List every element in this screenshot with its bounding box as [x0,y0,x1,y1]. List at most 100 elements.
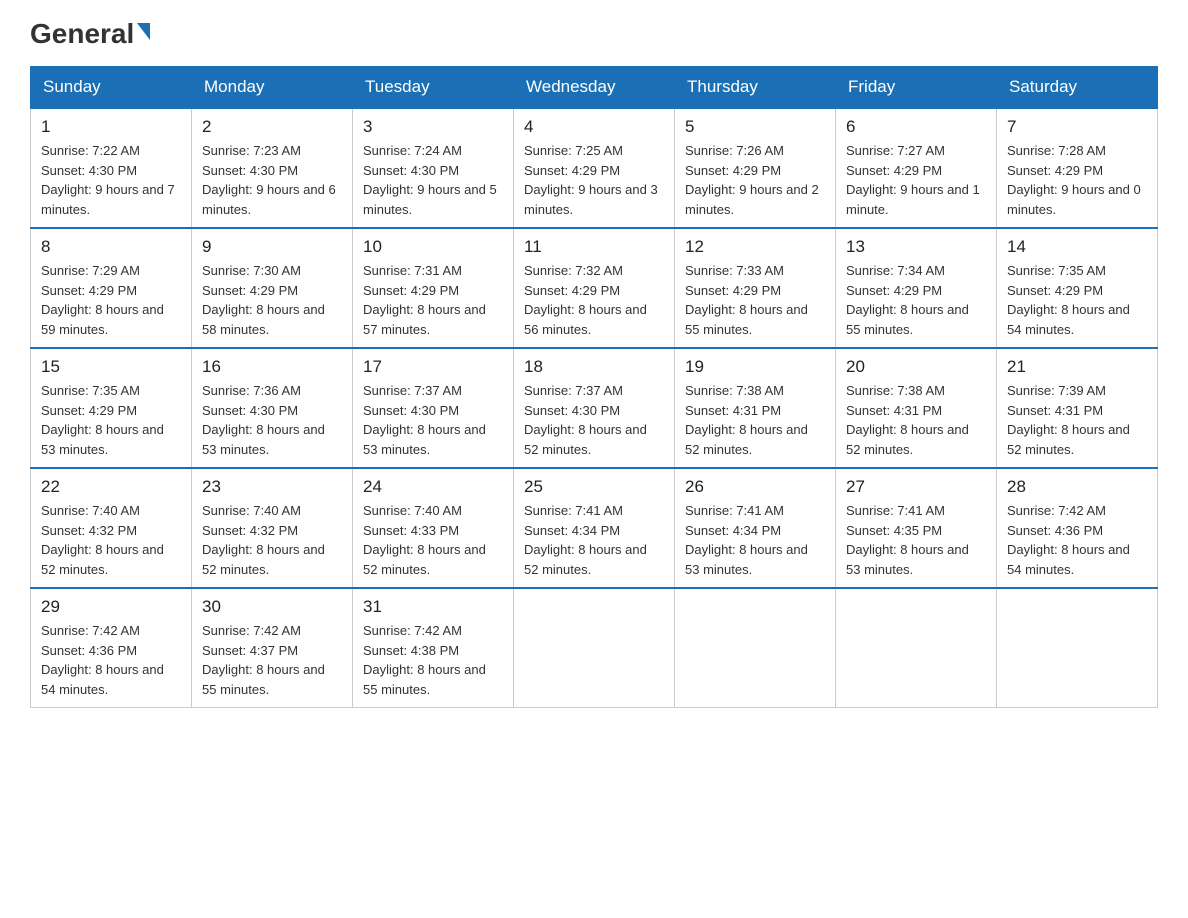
cell-info: Sunrise: 7:37 AMSunset: 4:30 PMDaylight:… [524,381,664,459]
calendar-cell: 24 Sunrise: 7:40 AMSunset: 4:33 PMDayligh… [353,468,514,588]
cell-info: Sunrise: 7:35 AMSunset: 4:29 PMDaylight:… [41,381,181,459]
calendar-cell: 7Sunrise: 7:28 AMSunset: 4:29 PMDaylight… [997,108,1158,228]
cell-info: Sunrise: 7:24 AMSunset: 4:30 PMDaylight:… [363,141,503,219]
calendar-cell: 19 Sunrise: 7:38 AMSunset: 4:31 PMDayligh… [675,348,836,468]
day-header-monday: Monday [192,67,353,109]
calendar-cell: 26 Sunrise: 7:41 AMSunset: 4:34 PMDayligh… [675,468,836,588]
calendar-cell: 5 Sunrise: 7:26 AMSunset: 4:29 PMDaylight… [675,108,836,228]
calendar-cell: 28 Sunrise: 7:42 AMSunset: 4:36 PMDayligh… [997,468,1158,588]
day-header-saturday: Saturday [997,67,1158,109]
cell-info: Sunrise: 7:42 AMSunset: 4:38 PMDaylight:… [363,621,503,699]
calendar-cell: 2Sunrise: 7:23 AMSunset: 4:30 PMDaylight… [192,108,353,228]
cell-info: Sunrise: 7:41 AMSunset: 4:34 PMDaylight:… [685,501,825,579]
cell-date: 19 [685,357,825,377]
calendar-cell [997,588,1158,708]
logo: General [30,20,150,46]
calendar-cell: 6 Sunrise: 7:27 AMSunset: 4:29 PMDaylight… [836,108,997,228]
calendar-cell: 15 Sunrise: 7:35 AMSunset: 4:29 PMDayligh… [31,348,192,468]
logo-text: General [30,20,150,48]
calendar-cell: 3 Sunrise: 7:24 AMSunset: 4:30 PMDaylight… [353,108,514,228]
cell-info: Sunrise: 7:37 AMSunset: 4:30 PMDaylight:… [363,381,503,459]
calendar-cell: 9 Sunrise: 7:30 AMSunset: 4:29 PMDaylight… [192,228,353,348]
cell-info: Sunrise: 7:32 AMSunset: 4:29 PMDaylight:… [524,261,664,339]
cell-date: 5 [685,117,825,137]
cell-info: Sunrise: 7:42 AMSunset: 4:36 PMDaylight:… [41,621,181,699]
cell-date: 1 [41,117,181,137]
cell-date: 6 [846,117,986,137]
cell-date: 26 [685,477,825,497]
calendar-cell: 16 Sunrise: 7:36 AMSunset: 4:30 PMDayligh… [192,348,353,468]
cell-date: 14 [1007,237,1147,257]
cell-date: 13 [846,237,986,257]
day-header-friday: Friday [836,67,997,109]
cell-date: 24 [363,477,503,497]
week-row-2: 8 Sunrise: 7:29 AMSunset: 4:29 PMDaylight… [31,228,1158,348]
cell-info: Sunrise: 7:26 AMSunset: 4:29 PMDaylight:… [685,141,825,219]
cell-date: 29 [41,597,181,617]
calendar-cell: 23Sunrise: 7:40 AMSunset: 4:32 PMDayligh… [192,468,353,588]
day-header-thursday: Thursday [675,67,836,109]
calendar-cell: 14Sunrise: 7:35 AMSunset: 4:29 PMDayligh… [997,228,1158,348]
cell-date: 18 [524,357,664,377]
day-header-sunday: Sunday [31,67,192,109]
calendar-cell: 17Sunrise: 7:37 AMSunset: 4:30 PMDayligh… [353,348,514,468]
cell-date: 23 [202,477,342,497]
week-row-5: 29 Sunrise: 7:42 AMSunset: 4:36 PMDayligh… [31,588,1158,708]
week-row-3: 15 Sunrise: 7:35 AMSunset: 4:29 PMDayligh… [31,348,1158,468]
cell-date: 9 [202,237,342,257]
cell-date: 8 [41,237,181,257]
cell-info: Sunrise: 7:40 AMSunset: 4:33 PMDaylight:… [363,501,503,579]
cell-info: Sunrise: 7:33 AMSunset: 4:29 PMDaylight:… [685,261,825,339]
cell-info: Sunrise: 7:31 AMSunset: 4:29 PMDaylight:… [363,261,503,339]
cell-date: 25 [524,477,664,497]
cell-info: Sunrise: 7:36 AMSunset: 4:30 PMDaylight:… [202,381,342,459]
calendar-cell [836,588,997,708]
week-row-4: 22 Sunrise: 7:40 AMSunset: 4:32 PMDayligh… [31,468,1158,588]
cell-date: 30 [202,597,342,617]
cell-info: Sunrise: 7:38 AMSunset: 4:31 PMDaylight:… [846,381,986,459]
cell-date: 10 [363,237,503,257]
calendar-cell: 10 Sunrise: 7:31 AMSunset: 4:29 PMDayligh… [353,228,514,348]
page-header: General [30,20,1158,46]
cell-info: Sunrise: 7:38 AMSunset: 4:31 PMDaylight:… [685,381,825,459]
calendar-cell: 31Sunrise: 7:42 AMSunset: 4:38 PMDayligh… [353,588,514,708]
calendar-cell: 18 Sunrise: 7:37 AMSunset: 4:30 PMDayligh… [514,348,675,468]
cell-date: 27 [846,477,986,497]
calendar-cell: 30 Sunrise: 7:42 AMSunset: 4:37 PMDayligh… [192,588,353,708]
cell-info: Sunrise: 7:42 AMSunset: 4:37 PMDaylight:… [202,621,342,699]
cell-date: 16 [202,357,342,377]
calendar-cell: 13 Sunrise: 7:34 AMSunset: 4:29 PMDayligh… [836,228,997,348]
cell-info: Sunrise: 7:28 AMSunset: 4:29 PMDaylight:… [1007,141,1147,219]
calendar-cell: 4Sunrise: 7:25 AMSunset: 4:29 PMDaylight… [514,108,675,228]
calendar-cell: 21Sunrise: 7:39 AMSunset: 4:31 PMDayligh… [997,348,1158,468]
calendar-cell: 1 Sunrise: 7:22 AMSunset: 4:30 PMDaylight… [31,108,192,228]
calendar-cell: 27 Sunrise: 7:41 AMSunset: 4:35 PMDayligh… [836,468,997,588]
calendar-cell: 8 Sunrise: 7:29 AMSunset: 4:29 PMDaylight… [31,228,192,348]
day-header-wednesday: Wednesday [514,67,675,109]
cell-info: Sunrise: 7:41 AMSunset: 4:35 PMDaylight:… [846,501,986,579]
calendar-cell [514,588,675,708]
day-header-tuesday: Tuesday [353,67,514,109]
cell-info: Sunrise: 7:22 AMSunset: 4:30 PMDaylight:… [41,141,181,219]
calendar-cell: 29 Sunrise: 7:42 AMSunset: 4:36 PMDayligh… [31,588,192,708]
cell-date: 11 [524,237,664,257]
calendar-cell: 20 Sunrise: 7:38 AMSunset: 4:31 PMDayligh… [836,348,997,468]
cell-info: Sunrise: 7:34 AMSunset: 4:29 PMDaylight:… [846,261,986,339]
cell-date: 20 [846,357,986,377]
calendar-cell: 11 Sunrise: 7:32 AMSunset: 4:29 PMDayligh… [514,228,675,348]
cell-date: 15 [41,357,181,377]
cell-info: Sunrise: 7:40 AMSunset: 4:32 PMDaylight:… [41,501,181,579]
week-row-1: 1 Sunrise: 7:22 AMSunset: 4:30 PMDaylight… [31,108,1158,228]
cell-date: 12 [685,237,825,257]
cell-info: Sunrise: 7:42 AMSunset: 4:36 PMDaylight:… [1007,501,1147,579]
cell-date: 22 [41,477,181,497]
cell-info: Sunrise: 7:29 AMSunset: 4:29 PMDaylight:… [41,261,181,339]
cell-date: 4 [524,117,664,137]
cell-info: Sunrise: 7:30 AMSunset: 4:29 PMDaylight:… [202,261,342,339]
cell-date: 28 [1007,477,1147,497]
cell-date: 3 [363,117,503,137]
calendar-table: SundayMondayTuesdayWednesdayThursdayFrid… [30,66,1158,708]
cell-info: Sunrise: 7:41 AMSunset: 4:34 PMDaylight:… [524,501,664,579]
cell-info: Sunrise: 7:27 AMSunset: 4:29 PMDaylight:… [846,141,986,219]
calendar-cell: 12 Sunrise: 7:33 AMSunset: 4:29 PMDayligh… [675,228,836,348]
